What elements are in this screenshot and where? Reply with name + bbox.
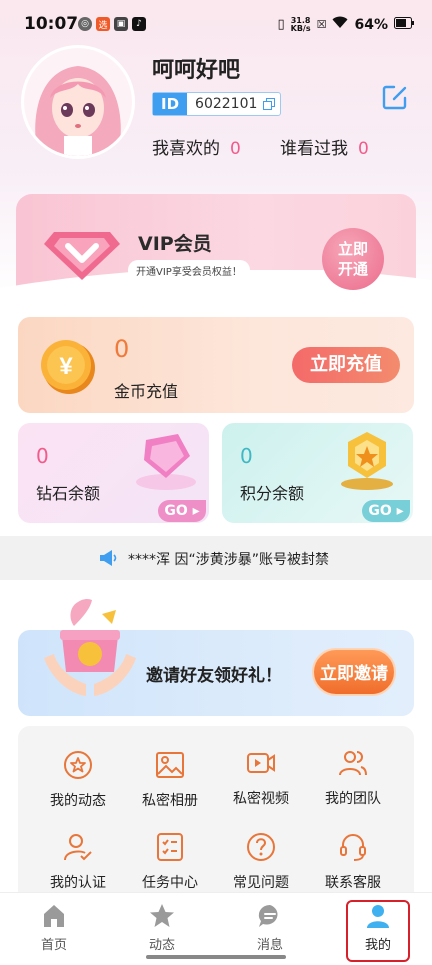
menu-my-team[interactable]: 我的团队 — [308, 748, 398, 808]
coin-amount: 0 — [114, 335, 130, 363]
question-icon — [247, 833, 275, 861]
likes-label: 我喜欢的 — [152, 139, 220, 159]
menu-label: 私密视频 — [233, 791, 289, 807]
username: 呵呵好吧 — [152, 58, 241, 83]
user-check-icon — [64, 834, 92, 861]
video-icon — [247, 753, 275, 773]
tab-label: 动态 — [148, 938, 175, 953]
status-right: ▯ 31.8 KB/s ☒ 64% — [277, 16, 414, 33]
menu-private-video[interactable]: 私密视频 — [216, 748, 306, 808]
headset-icon — [340, 834, 366, 861]
battery-percent: 64% — [354, 16, 388, 33]
net-speed: 31.8 KB/s — [290, 15, 311, 33]
points-go-button[interactable]: GO ▸ — [362, 500, 410, 522]
menu-label: 我的团队 — [325, 791, 381, 807]
vip-button-line1: 立即 — [337, 240, 368, 258]
avatar[interactable] — [24, 48, 132, 156]
id-value: 6022101 — [195, 96, 258, 112]
star-circle-icon — [64, 751, 92, 779]
menu-label: 我的动态 — [50, 793, 106, 809]
task-list-icon — [157, 833, 183, 861]
menu-faq[interactable]: 常见问题 — [216, 832, 306, 892]
points-label: 积分余额 — [240, 484, 305, 503]
gift-hands-icon — [40, 596, 140, 700]
recharge-button[interactable]: 立即充值 — [292, 347, 400, 383]
menu-private-album[interactable]: 私密相册 — [125, 750, 215, 810]
home-indicator — [146, 955, 286, 959]
diamond-label: 钻石余额 — [36, 484, 101, 503]
status-time: 10:07 — [24, 14, 79, 34]
tab-messages[interactable]: 消息 — [230, 902, 310, 953]
notice-text: ****浑 因“涉黄涉暴”账号被封禁 — [128, 552, 329, 568]
invite-text: 邀请好友领好礼！ — [146, 666, 282, 686]
wifi-icon — [332, 16, 348, 33]
edit-profile-icon[interactable] — [382, 84, 408, 110]
menu-customer-service[interactable]: 联系客服 — [308, 832, 398, 892]
yuan-coin-icon: ¥ — [38, 337, 98, 397]
media-notification-icon: ▣ — [114, 17, 128, 31]
svg-text:¥: ¥ — [59, 353, 73, 380]
home-icon — [44, 905, 64, 927]
diamond-icon — [128, 428, 204, 494]
vip-button-line2: 开通 — [337, 260, 368, 278]
visitors-stat[interactable]: 谁看过我 0 — [280, 134, 369, 159]
vip-badge-icon — [42, 222, 122, 282]
diamond-amount: 0 — [36, 444, 49, 468]
tab-feed[interactable]: 动态 — [122, 902, 202, 953]
diamond-go-button[interactable]: GO ▸ — [158, 500, 206, 522]
menu-task-center[interactable]: 任务中心 — [125, 832, 215, 892]
status-bar: 10:07 ◎ 选 ▣ ♪ ▯ 31.8 KB/s ☒ 64% — [0, 0, 432, 44]
coin-label: 金币充值 — [114, 382, 179, 401]
likes-stat[interactable]: 我喜欢的 0 — [152, 134, 241, 159]
id-label: ID — [153, 93, 188, 115]
message-icon — [258, 904, 278, 927]
menu-verification[interactable]: 我的认证 — [33, 832, 123, 892]
menu-label: 任务中心 — [142, 875, 198, 891]
tab-label: 首页 — [40, 938, 67, 953]
team-icon — [339, 751, 367, 776]
menu-label: 联系客服 — [325, 875, 381, 891]
person-icon — [367, 905, 389, 928]
vip-open-button[interactable]: 立即 开通 — [322, 228, 384, 290]
points-amount: 0 — [240, 444, 253, 468]
menu-my-posts[interactable]: 我的动态 — [33, 750, 123, 810]
vibrate-icon: ▯ — [277, 17, 285, 32]
menu-label: 常见问题 — [233, 875, 289, 891]
app-notification-icon: ◎ — [78, 17, 92, 31]
menu-label: 私密相册 — [142, 793, 198, 809]
star-icon — [150, 904, 174, 927]
visitors-count: 0 — [358, 139, 369, 159]
copy-icon[interactable] — [263, 95, 280, 114]
tab-label: 消息 — [256, 938, 283, 953]
sim-off-icon: ☒ — [316, 18, 327, 31]
image-icon — [156, 752, 184, 778]
menu-label: 我的认证 — [50, 875, 106, 891]
points-badge-icon — [334, 428, 400, 494]
likes-count: 0 — [230, 139, 241, 159]
tab-home[interactable]: 首页 — [14, 902, 94, 953]
tab-label: 我的 — [364, 938, 391, 953]
megaphone-icon — [98, 549, 118, 571]
vip-title: VIP会员 — [138, 233, 212, 255]
vip-subtitle: 开通VIP享受会员权益！ — [128, 260, 250, 281]
shop-notification-icon: 选 — [96, 17, 110, 31]
user-id-badge[interactable]: ID 6022101 — [152, 92, 282, 116]
tiktok-notification-icon: ♪ — [132, 17, 146, 31]
tab-me[interactable]: 我的 — [338, 902, 418, 953]
visitors-label: 谁看过我 — [280, 139, 348, 159]
battery-icon — [394, 16, 414, 33]
invite-button[interactable]: 立即邀请 — [312, 648, 396, 696]
